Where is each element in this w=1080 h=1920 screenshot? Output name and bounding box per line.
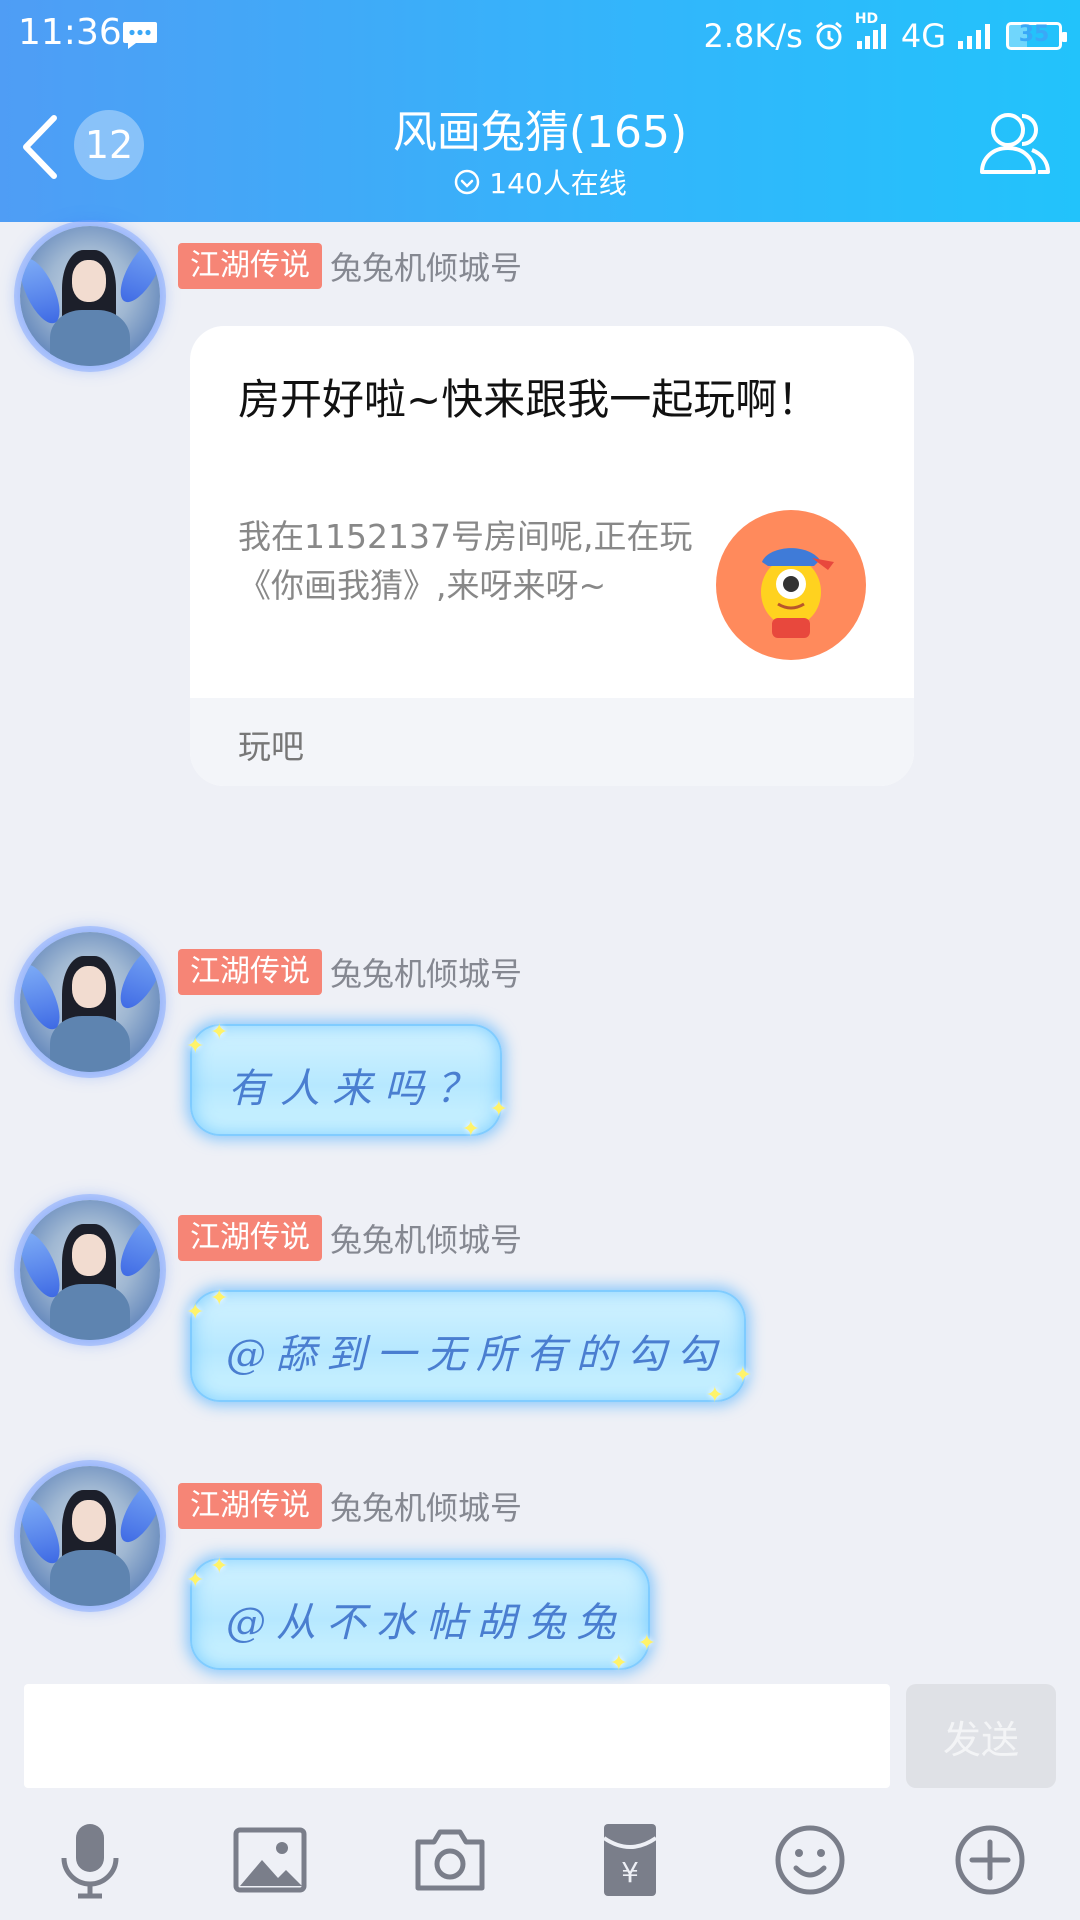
sender-name[interactable]: 兔兔机倾城号 [330, 243, 522, 289]
rank-badge: 江湖传说 [178, 1483, 322, 1529]
avatar[interactable] [20, 226, 160, 366]
message-input[interactable] [24, 1684, 890, 1788]
svg-text:¥: ¥ [621, 1856, 639, 1889]
message-bubble[interactable]: 有人来吗？ ✦ ✦ ✦ ✦ [186, 1020, 508, 1142]
alarm-icon [813, 20, 845, 52]
header: 11:36 2.8K/s HD 4G 35 12 风画兔猜(165) 140人在… [0, 0, 1080, 222]
message-bubble[interactable]: @从不水帖胡兔兔 ✦ ✦ ✦ ✦ [186, 1554, 656, 1676]
sparkle-icon: ✦ [186, 1300, 205, 1325]
online-count-label: 140人在线 [489, 167, 627, 200]
status-bar: 11:36 2.8K/s HD 4G 35 [0, 0, 1080, 72]
network-type: 4G [900, 17, 946, 55]
signal-icon [956, 21, 996, 51]
sparkle-icon: ✦ [186, 1034, 205, 1059]
avatar[interactable] [20, 1466, 160, 1606]
sparkle-icon: ✦ [705, 1383, 724, 1408]
status-time: 11:36 [18, 12, 122, 53]
signal-hd-icon: HD [855, 11, 891, 51]
message-text: @舔到一无所有的勾勾 [226, 1332, 726, 1378]
status-right: 2.8K/s HD 4G 35 [703, 11, 1067, 58]
message-bubble[interactable]: @舔到一无所有的勾勾 ✦ ✦ ✦ ✦ [186, 1286, 752, 1408]
rank-badge: 江湖传说 [178, 1215, 322, 1261]
avatar-face [72, 1500, 106, 1542]
share-card[interactable]: 房开好啦~快来跟我一起玩啊！ 我在1152137号房间呢,正在玩《你画我猜》,来… [190, 326, 914, 786]
sparkle-icon: ✦ [210, 1020, 229, 1045]
sparkle-icon: ✦ [637, 1631, 656, 1656]
game-mascot-icon [716, 510, 866, 660]
message-notification-icon [122, 20, 158, 54]
online-check-icon [455, 169, 480, 195]
avatar-feather [112, 1473, 160, 1549]
online-status: 140人在线 [0, 162, 1080, 202]
sender-name[interactable]: 兔兔机倾城号 [330, 1483, 522, 1529]
battery-level: 35 [1018, 22, 1050, 47]
sender-name[interactable]: 兔兔机倾城号 [330, 1215, 522, 1261]
sparkle-icon: ✦ [461, 1117, 480, 1142]
network-speed: 2.8K/s [703, 17, 803, 55]
sparkle-icon: ✦ [733, 1363, 752, 1388]
group-members-icon [980, 113, 1050, 174]
send-button[interactable]: 发送 [906, 1684, 1056, 1788]
message-text: 有人来吗？ [228, 1066, 488, 1112]
avatar-face [72, 260, 106, 302]
avatar-feather [112, 1207, 160, 1283]
rank-badge: 江湖传说 [178, 243, 322, 289]
red-packet-icon[interactable]: ¥ [590, 1820, 670, 1900]
sender-row: 江湖传说 兔兔机倾城号 [178, 948, 522, 996]
emoji-icon[interactable] [770, 1820, 850, 1900]
battery-icon: 35 [1006, 22, 1067, 50]
avatar-feather [112, 233, 160, 309]
avatar-body [50, 1284, 130, 1340]
sparkle-icon: ✦ [210, 1286, 229, 1311]
sender-row: 江湖传说 兔兔机倾城号 [178, 242, 522, 290]
avatar-feather [112, 939, 160, 1015]
sparkle-icon: ✦ [609, 1651, 628, 1676]
avatar-face [72, 1234, 106, 1276]
sender-name[interactable]: 兔兔机倾城号 [330, 949, 522, 995]
card-description: 我在1152137号房间呢,正在玩《你画我猜》,来呀来呀~ [238, 517, 693, 605]
sparkle-icon: ✦ [489, 1097, 508, 1122]
group-members-button[interactable] [976, 106, 1054, 180]
message-text: @从不水帖胡兔兔 [226, 1600, 626, 1646]
card-footer: 玩吧 [190, 698, 914, 786]
sparkle-icon: ✦ [186, 1568, 205, 1593]
image-icon[interactable] [230, 1820, 310, 1900]
sender-row: 江湖传说 兔兔机倾城号 [178, 1214, 522, 1262]
sender-row: 江湖传说 兔兔机倾城号 [178, 1482, 522, 1530]
avatar-body [50, 310, 130, 366]
avatar-face [72, 966, 106, 1008]
avatar[interactable] [20, 932, 160, 1072]
page-title: 风画兔猜(165) [392, 107, 688, 158]
card-title: 房开好啦~快来跟我一起玩啊！ [238, 375, 820, 424]
sparkle-icon: ✦ [210, 1554, 229, 1579]
plus-icon[interactable] [950, 1820, 1030, 1900]
microphone-icon[interactable] [50, 1820, 130, 1900]
rank-badge: 江湖传说 [178, 949, 322, 995]
avatar[interactable] [20, 1200, 160, 1340]
card-source-label: 玩吧 [238, 727, 304, 766]
camera-icon[interactable] [410, 1820, 490, 1900]
avatar-body [50, 1550, 130, 1606]
avatar-body [50, 1016, 130, 1072]
input-toolbar: ¥ [0, 1810, 1080, 1920]
hd-label: HD [854, 11, 879, 27]
